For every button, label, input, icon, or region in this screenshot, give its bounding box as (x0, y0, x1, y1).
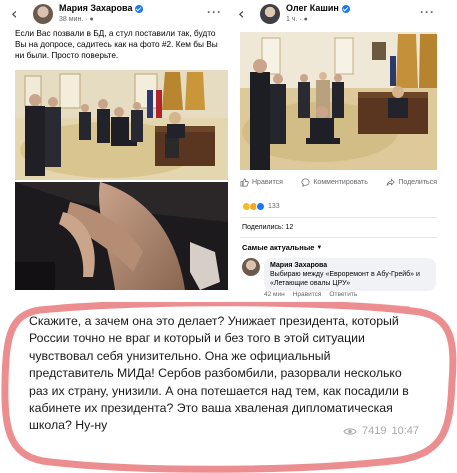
comment-bubble: Мария Захарова Выбираю между «Евроремонт… (264, 258, 436, 291)
back-arrow-icon[interactable]: ‹ (238, 5, 254, 23)
like-label: Нравится (252, 179, 283, 186)
comment-icon (301, 178, 310, 187)
divider (240, 217, 437, 218)
avatar[interactable] (260, 4, 280, 24)
comment-author[interactable]: Мария Захарова (270, 261, 430, 270)
avatar[interactable] (33, 4, 53, 24)
reactions-summary[interactable]: 133 (242, 202, 280, 211)
oval-office-photo[interactable] (240, 32, 437, 170)
verified-badge-icon (135, 4, 144, 13)
share-label: Поделиться (398, 179, 437, 186)
reaction-count: 133 (268, 203, 280, 210)
post-actions: Нравится Комментировать Поделиться (240, 178, 437, 187)
post-text: Если Вас позвали в БД, а стул поставили … (15, 28, 218, 60)
message-time: 10:47 (391, 425, 420, 437)
left-post-card: ‹ Мария Захарова 38 мин. · ● ··· Если Ва… (9, 0, 230, 290)
legs-photo[interactable] (15, 182, 228, 290)
author-name[interactable]: Олег Кашин (286, 3, 339, 14)
right-post-card: ‹ Олег Кашин 1 ч. · ● ··· Нравится Комме… (234, 0, 442, 302)
divider (240, 237, 437, 238)
chevron-down-icon: ▼ (316, 244, 323, 251)
verified-badge-icon (341, 4, 350, 13)
avatar[interactable] (242, 258, 260, 276)
comment-sort-dropdown[interactable]: Самые актуальные ▼ (242, 243, 322, 252)
eye-icon (343, 427, 357, 435)
sort-label: Самые актуальные (242, 243, 315, 252)
left-post-header: ‹ Мария Захарова 38 мин. · ● (11, 1, 144, 27)
comment-time: 42 мин (264, 291, 285, 298)
post-time: 1 ч. (286, 16, 298, 23)
oval-office-photo[interactable] (15, 70, 228, 180)
share-count[interactable]: Поделились: 12 (242, 224, 293, 231)
comment-text: Выбираю между «Евроремонт в Абу-Грейб» и… (270, 271, 420, 287)
comment-meta: 42 мин Нравится Ответить (264, 291, 357, 298)
author-name[interactable]: Мария Захарова (59, 3, 132, 14)
more-options-icon[interactable]: ··· (420, 5, 435, 19)
post-time: 38 мин. (59, 16, 84, 23)
like-reaction-icon (256, 202, 265, 211)
globe-icon: ● (303, 16, 308, 23)
globe-icon: ● (89, 16, 94, 23)
comment-reply-button[interactable]: Ответить (329, 291, 357, 298)
share-button[interactable]: Поделиться (386, 178, 437, 187)
share-icon (386, 178, 396, 186)
right-post-header: ‹ Олег Кашин 1 ч. · ● (238, 1, 350, 27)
message-meta: 7419 10:47 (343, 425, 419, 437)
back-arrow-icon[interactable]: ‹ (11, 5, 27, 23)
more-options-icon[interactable]: ··· (207, 5, 222, 19)
comment-button[interactable]: Комментировать (301, 178, 368, 187)
comment: Мария Захарова Выбираю между «Евроремонт… (242, 258, 436, 291)
like-button[interactable]: Нравится (240, 178, 283, 187)
comment-label: Комментировать (313, 179, 368, 186)
view-count: 7419 (362, 425, 387, 437)
message-bubble: Скажите, а зачем она это делает? Унижает… (0, 302, 457, 473)
message-text: Скажите, а зачем она это делает? Унижает… (29, 314, 409, 433)
comment-like-button[interactable]: Нравится (293, 291, 322, 298)
thumbs-up-icon (240, 178, 249, 187)
